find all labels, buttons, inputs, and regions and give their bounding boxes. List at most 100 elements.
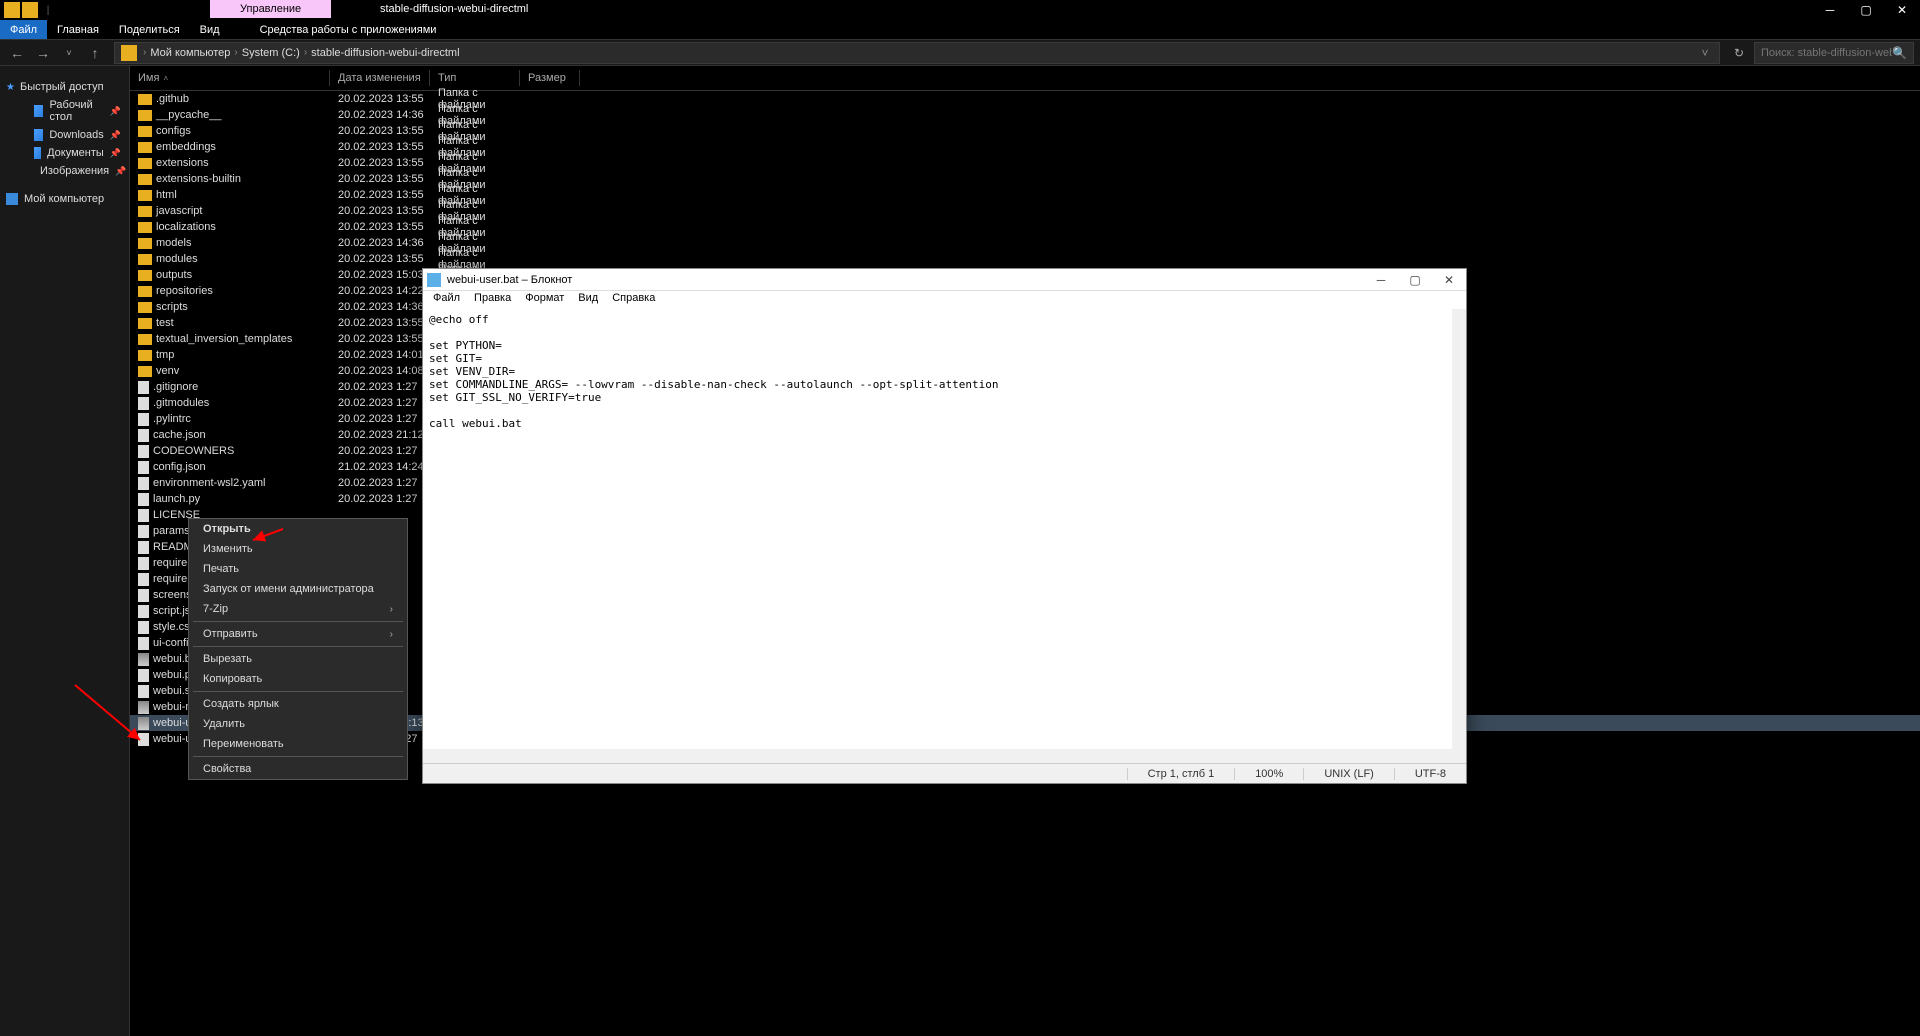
close-button[interactable]: ✕ [1884, 0, 1920, 20]
cm-shortcut[interactable]: Создать ярлык [189, 694, 407, 714]
file-date: 20.02.2023 13:55 [330, 317, 430, 329]
file-icon [138, 541, 149, 554]
np-menu-edit[interactable]: Правка [468, 291, 517, 309]
file-row[interactable]: models20.02.2023 14:36Папка с файлами [130, 235, 1920, 251]
file-icon [138, 573, 149, 586]
ribbon-context-tab[interactable]: Управление [210, 0, 331, 18]
context-menu: Открыть Изменить Печать Запуск от имени … [188, 518, 408, 780]
file-date: 20.02.2023 14:08 [330, 365, 430, 377]
np-menu-format[interactable]: Формат [519, 291, 570, 309]
file-icon [138, 525, 149, 538]
breadcrumb-seg-1[interactable]: Мой компьютер [146, 47, 234, 59]
folder-icon-2 [22, 2, 38, 18]
cm-print[interactable]: Печать [189, 559, 407, 579]
file-row[interactable]: javascript20.02.2023 13:55Папка с файлам… [130, 203, 1920, 219]
breadcrumb-dropdown[interactable]: ˅ [1697, 46, 1713, 60]
file-date: 20.02.2023 14:36 [330, 237, 430, 249]
sidebar-downloads[interactable]: Downloads📌 [0, 126, 129, 144]
file-row[interactable]: extensions-builtin20.02.2023 13:55Папка … [130, 171, 1920, 187]
file-row[interactable]: modules20.02.2023 13:55Папка с файлами [130, 251, 1920, 267]
sidebar-documents[interactable]: Документы📌 [0, 144, 129, 162]
file-name: html [156, 189, 177, 201]
file-row[interactable]: __pycache__20.02.2023 14:36Папка с файла… [130, 107, 1920, 123]
file-date: 20.02.2023 13:55 [330, 141, 430, 153]
cm-runasadmin[interactable]: Запуск от имени администратора [189, 579, 407, 599]
file-icon [138, 509, 149, 522]
tab-file[interactable]: Файл [0, 20, 47, 39]
tab-home[interactable]: Главная [47, 20, 109, 39]
column-date[interactable]: Дата изменения [330, 70, 430, 86]
forward-button[interactable]: → [32, 42, 54, 64]
tab-share[interactable]: Поделиться [109, 20, 190, 39]
file-row[interactable]: extensions20.02.2023 13:55Папка с файлам… [130, 155, 1920, 171]
notepad-content[interactable]: @echo off set PYTHON= set GIT= set VENV_… [423, 309, 1466, 434]
file-icon [138, 397, 149, 410]
file-icon [138, 621, 149, 634]
cm-edit[interactable]: Изменить [189, 539, 407, 559]
notepad-close[interactable]: ✕ [1432, 269, 1466, 291]
minimize-button[interactable]: ─ [1812, 0, 1848, 20]
cm-separator [193, 621, 403, 622]
file-row[interactable]: .github20.02.2023 13:55Папка с файлами [130, 91, 1920, 107]
file-icon [138, 637, 149, 650]
np-menu-view[interactable]: Вид [572, 291, 604, 309]
file-date: 20.02.2023 13:55 [330, 173, 430, 185]
notepad-maximize[interactable]: ▢ [1398, 269, 1432, 291]
file-date: 20.02.2023 1:27 [330, 493, 430, 505]
recent-dropdown[interactable]: ˅ [58, 42, 80, 64]
cm-copy[interactable]: Копировать [189, 669, 407, 689]
sidebar-quickaccess[interactable]: ★Быстрый доступ [0, 78, 129, 96]
search-icon[interactable]: 🔍 [1892, 46, 1907, 60]
cm-open[interactable]: Открыть [189, 519, 407, 539]
column-name[interactable]: Имя˄ [130, 70, 330, 86]
np-menu-file[interactable]: Файл [427, 291, 466, 309]
sidebar-pictures[interactable]: Изображения📌 [0, 162, 129, 180]
np-status-eol: UNIX (LF) [1303, 768, 1394, 780]
file-date: 20.02.2023 1:27 [330, 381, 430, 393]
folder-icon [138, 366, 152, 377]
sort-icon: ˄ [163, 74, 168, 83]
refresh-button[interactable]: ↻ [1728, 42, 1750, 64]
search-box[interactable]: 🔍 [1754, 42, 1914, 64]
folder-icon [138, 270, 152, 281]
notepad-scrollbar-v[interactable] [1452, 309, 1466, 763]
notepad-window: webui-user.bat – Блокнот ─ ▢ ✕ Файл Прав… [422, 268, 1467, 784]
cm-cut[interactable]: Вырезать [189, 649, 407, 669]
file-date: 20.02.2023 1:27 [330, 445, 430, 457]
file-name: modules [156, 253, 198, 265]
breadcrumb-seg-2[interactable]: System (C:) [238, 47, 304, 59]
file-icon [138, 589, 149, 602]
column-type[interactable]: Тип [430, 70, 520, 86]
notepad-scrollbar-h[interactable] [423, 749, 1452, 763]
notepad-minimize[interactable]: ─ [1364, 269, 1398, 291]
file-row[interactable]: configs20.02.2023 13:55Папка с файлами [130, 123, 1920, 139]
cm-rename[interactable]: Переименовать [189, 734, 407, 754]
column-size[interactable]: Размер [520, 70, 580, 86]
breadcrumb[interactable]: › Мой компьютер › System (C:) › stable-d… [114, 42, 1720, 64]
file-date: 20.02.2023 1:27 [330, 413, 430, 425]
file-row[interactable]: embeddings20.02.2023 13:55Папка с файлам… [130, 139, 1920, 155]
notepad-titlebar[interactable]: webui-user.bat – Блокнот ─ ▢ ✕ [423, 269, 1466, 291]
search-input[interactable] [1761, 47, 1892, 59]
file-name: script.js [153, 605, 190, 617]
cm-delete[interactable]: Удалить [189, 714, 407, 734]
cm-properties[interactable]: Свойства [189, 759, 407, 779]
file-name: test [156, 317, 174, 329]
cm-sendto[interactable]: Отправить› [189, 624, 407, 644]
np-menu-help[interactable]: Справка [606, 291, 661, 309]
up-button[interactable]: ↑ [84, 42, 106, 64]
back-button[interactable]: ← [6, 42, 28, 64]
sidebar-mycomputer[interactable]: Мой компьютер [0, 190, 129, 208]
file-name: .github [156, 93, 189, 105]
cm-7zip[interactable]: 7-Zip› [189, 599, 407, 619]
tab-apptools[interactable]: Средства работы с приложениями [250, 20, 447, 39]
maximize-button[interactable]: ▢ [1848, 0, 1884, 20]
file-date: 20.02.2023 13:55 [330, 253, 430, 265]
breadcrumb-seg-3[interactable]: stable-diffusion-webui-directml [307, 47, 463, 59]
tab-view[interactable]: Вид [190, 20, 230, 39]
file-row[interactable]: html20.02.2023 13:55Папка с файлами [130, 187, 1920, 203]
folder-icon [138, 206, 152, 217]
file-row[interactable]: localizations20.02.2023 13:55Папка с фай… [130, 219, 1920, 235]
sidebar: ★Быстрый доступ Рабочий стол📌 Downloads📌… [0, 66, 130, 1036]
sidebar-desktop[interactable]: Рабочий стол📌 [0, 96, 129, 126]
